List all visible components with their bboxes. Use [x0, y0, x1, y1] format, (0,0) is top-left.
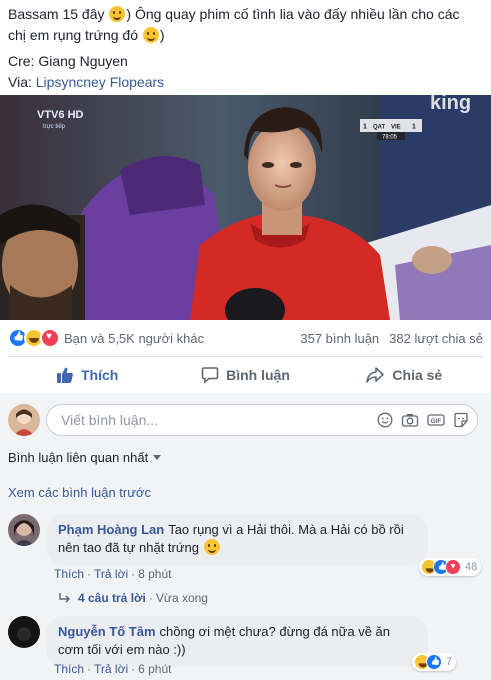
score-home-team: QAT	[373, 125, 386, 131]
love-reaction-icon	[40, 328, 60, 348]
thumbs-up-icon	[56, 367, 73, 383]
reply-arrow-icon	[59, 593, 71, 603]
avatar-image	[8, 404, 40, 436]
love-reaction-icon	[445, 559, 461, 575]
score-home-value: 1	[363, 124, 367, 131]
share-arrow-icon	[366, 367, 385, 383]
separator-dot: ·	[131, 662, 136, 676]
comment-item: Phạm Hoàng Lan Tao rụng vì a Hải thôi. Mà…	[8, 514, 428, 565]
commenter-avatar[interactable]	[8, 616, 40, 648]
post-caption: Bassam 15 đây ) Ông quay phim cố tình li…	[0, 0, 491, 93]
watermark-text: king	[430, 95, 471, 114]
separator-dot: ·	[148, 591, 153, 605]
shares-count-link[interactable]: 382 lượt chia sẻ	[389, 331, 483, 346]
avatar-image	[8, 616, 40, 648]
caption-via: Via: Lipsyncney Flopears	[8, 72, 483, 93]
caption-line-1: Bassam 15 đây ) Ông quay phim cố tình li…	[8, 4, 483, 25]
caption-text-a: Bassam 15 đây	[8, 6, 105, 22]
comment-reactions[interactable]: 7	[412, 653, 457, 671]
caption-text-d: )	[159, 27, 165, 43]
separator-dot: ·	[131, 567, 136, 581]
via-page-link[interactable]: Lipsyncney Flopears	[36, 74, 164, 90]
comment-like-link[interactable]: Thích	[54, 662, 84, 676]
reactions-summary[interactable]: Bạn và 5,5K người khác	[64, 331, 204, 346]
comment-composer: GIF	[8, 404, 478, 436]
credit-name: Giang Nguyen	[38, 53, 128, 69]
like-label: Thích	[80, 367, 119, 383]
camera-icon[interactable]	[401, 412, 419, 428]
caption-text-c: chị em rụng trứng đó	[8, 27, 138, 43]
comment-bubble: Phạm Hoàng Lan Tao rụng vì a Hải thôi. Mà…	[46, 514, 428, 565]
sort-label: Bình luận liên quan nhất	[8, 450, 149, 465]
comment-item: Nguyễn Tố Tâm chồng ơi mệt chưa? đừng đá …	[8, 616, 428, 667]
emoji-icon[interactable]	[377, 412, 393, 428]
comment-like-link[interactable]: Thích	[54, 567, 84, 581]
comment-button[interactable]: Bình luận	[166, 366, 324, 384]
post-actions: Thích Bình luận Chia sẻ	[8, 357, 483, 393]
comment-meta: Thích · Trả lời · 8 phút	[54, 567, 171, 581]
replies-count: 4 câu trả lời	[78, 591, 146, 605]
comment-time[interactable]: 8 phút	[138, 567, 171, 581]
comment-reaction-count: 48	[465, 561, 478, 573]
separator-dot: ·	[87, 567, 92, 581]
credit-label: Cre:	[8, 53, 35, 69]
like-button[interactable]: Thích	[8, 366, 166, 384]
reaction-icons[interactable]	[8, 328, 60, 348]
comments-section: GIF Bình luận liên quan nhất Xem các bìn…	[0, 393, 491, 680]
comment-reply-link[interactable]: Trả lời	[94, 567, 128, 581]
comment-time[interactable]: 6 phút	[138, 662, 171, 676]
caption-credit: Cre: Giang Nguyen	[8, 51, 483, 72]
via-label: Via:	[8, 74, 32, 90]
match-clock: 78:05	[382, 135, 398, 141]
sticker-icon[interactable]	[453, 412, 469, 428]
caption-text-b: ) Ông quay phim cố tình lia vào đấy nhiề…	[126, 6, 460, 22]
caption-line-2: chị em rụng trứng đó )	[8, 25, 483, 46]
commenter-avatar[interactable]	[8, 514, 40, 546]
reaction-stats-bar: Bạn và 5,5K người khác 357 bình luận 382…	[8, 328, 483, 348]
smile-emoji-icon	[109, 6, 126, 22]
comment-bubble: Nguyễn Tố Tâm chồng ơi mệt chưa? đừng đá …	[46, 616, 428, 667]
comment-meta: Thích · Trả lời · 6 phút	[54, 662, 171, 676]
channel-logo: VTV6 HD	[37, 109, 84, 121]
current-user-avatar[interactable]	[8, 404, 40, 436]
commenter-name[interactable]: Phạm Hoàng Lan	[58, 522, 164, 537]
score-away-team: VIE	[391, 125, 401, 131]
chevron-down-icon	[153, 455, 162, 460]
comment-sort-dropdown[interactable]: Bình luận liên quan nhất	[8, 450, 162, 465]
score-away-value: 1	[412, 124, 416, 131]
gif-icon[interactable]: GIF	[427, 412, 445, 428]
smile-emoji-icon	[203, 539, 220, 555]
video-frame: VTV6 HD trực tiếp king 1 QAT VIE 1 78:05	[0, 95, 491, 320]
share-label: Chia sẻ	[392, 367, 443, 383]
share-button[interactable]: Chia sẻ	[325, 366, 483, 384]
svg-text:GIF: GIF	[431, 418, 442, 425]
replies-time: Vừa xong	[155, 591, 208, 605]
smile-emoji-icon	[142, 27, 159, 43]
comment-input-box: GIF	[46, 404, 478, 436]
post-video[interactable]: VTV6 HD trực tiếp king 1 QAT VIE 1 78:05	[0, 95, 491, 320]
comment-reaction-count: 7	[446, 656, 453, 668]
comment-input[interactable]	[59, 411, 369, 429]
comment-reactions[interactable]: 48	[419, 558, 482, 576]
comment-reply-link[interactable]: Trả lời	[94, 662, 128, 676]
like-reaction-icon	[426, 654, 442, 670]
commenter-name[interactable]: Nguyễn Tố Tâm	[58, 624, 156, 639]
avatar-image	[8, 514, 40, 546]
live-label: trực tiếp	[43, 124, 66, 130]
comment-bubble-icon	[201, 367, 219, 384]
view-previous-comments-link[interactable]: Xem các bình luận trước	[8, 485, 151, 500]
comment-label: Bình luận	[226, 367, 290, 383]
comments-count-link[interactable]: 357 bình luận	[300, 331, 379, 346]
separator-dot: ·	[87, 662, 92, 676]
view-replies-link[interactable]: 4 câu trả lời · Vừa xong	[58, 591, 208, 605]
